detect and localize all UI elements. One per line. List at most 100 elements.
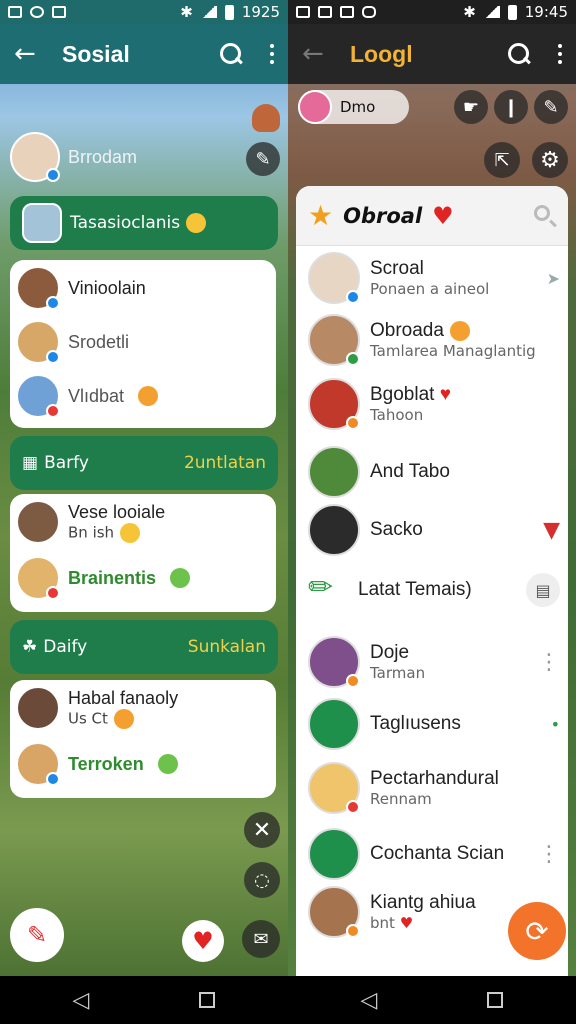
close-button[interactable]: ✕: [244, 812, 280, 848]
top-user-name: Dmo: [340, 98, 376, 116]
status-badge: [346, 352, 360, 366]
gallery-icon: [296, 6, 310, 18]
edit-pencil-button[interactable]: ✎: [534, 90, 568, 124]
edit-pencil-button[interactable]: ✎: [246, 142, 280, 176]
search-icon[interactable]: [534, 204, 557, 227]
avatar: [308, 828, 360, 880]
card-icon[interactable]: ▤: [526, 573, 560, 607]
pause-button[interactable]: ❙: [494, 90, 528, 124]
battery-icon: [224, 4, 234, 20]
list-item[interactable]: Terroken: [16, 742, 178, 786]
select-circle-button[interactable]: ◌: [244, 862, 280, 898]
contact-text: Pectarhandural Rennam: [370, 768, 499, 808]
pencil-icon: ✏: [308, 570, 334, 605]
contact-name: And Tabo: [370, 461, 450, 482]
list-header: ★ Obroal ♥: [296, 186, 568, 246]
status-badge: [346, 800, 360, 814]
left-screen: ✱ 1925 ← Sosial Brrodam ✎ Tasasioclanis …: [0, 0, 288, 976]
search-icon[interactable]: [220, 43, 242, 65]
list-item[interactable]: Srodetli: [16, 320, 129, 364]
group-header[interactable]: Tasasioclanis: [10, 196, 278, 250]
clock: 1925: [241, 3, 280, 21]
contact-sub: Ponaen a aineol: [370, 280, 490, 298]
kebab-icon[interactable]: [558, 44, 562, 64]
smile-emoji-icon: [186, 213, 207, 233]
arrow-left-icon[interactable]: ←: [302, 39, 334, 69]
list-item[interactable]: Vese looiale Bn ish: [16, 500, 165, 544]
group-header[interactable]: ☘ Daify Sunkalan: [10, 620, 278, 674]
top-user[interactable]: Dmo: [298, 90, 410, 124]
vibrate-icon: ✱: [180, 3, 193, 21]
heart-button[interactable]: ♥: [182, 920, 224, 962]
recents-nav-icon[interactable]: [199, 992, 216, 1008]
contact-name: Latat Temais): [358, 579, 472, 600]
list-item[interactable]: Brainentis: [16, 556, 191, 600]
contact-name: Scroal: [370, 258, 424, 279]
battery-icon: [507, 4, 517, 20]
contact-text: Sacko: [370, 519, 423, 541]
refresh-fab[interactable]: ⟳: [508, 902, 566, 960]
contact-sub: Tarman: [370, 664, 426, 682]
list-item[interactable]: Obroada Tamlarea Managlantig: [308, 314, 560, 366]
list-item[interactable]: And Tabo: [308, 446, 560, 498]
list-item[interactable]: Taglıusens •: [308, 698, 560, 750]
contact-text: Doje Tarman: [370, 642, 425, 682]
contact-name: Cochanta Scian: [370, 843, 505, 864]
group-header[interactable]: ▦ Barfy 2untlatan: [10, 436, 278, 490]
list-item[interactable]: Habal fanaoly Us Ct: [16, 686, 178, 730]
list-item[interactable]: Bgoblat ♥ Tahoon: [308, 378, 560, 430]
profile-row[interactable]: Brrodam: [10, 132, 137, 182]
avatar: [16, 374, 60, 418]
heart-icon: ♥: [432, 201, 454, 230]
contact-sub: bnt ♥: [370, 914, 414, 932]
list-title: Obroal: [343, 203, 423, 228]
dropdown-icon[interactable]: ▼: [543, 518, 560, 543]
contact-text: Cochanta Scian: [370, 843, 504, 865]
list-item[interactable]: ✏ Latat Temais) ▤: [308, 570, 560, 610]
avatar: [308, 314, 360, 366]
list-item[interactable]: Doje Tarman ⋮: [308, 636, 560, 688]
smile-emoji-icon: [157, 754, 178, 774]
back-nav-icon[interactable]: ◁: [73, 988, 90, 1013]
avatar: [308, 504, 360, 556]
contact-name: Obroada: [370, 320, 536, 342]
hand-button[interactable]: ☛: [454, 90, 488, 124]
contact-text: And Tabo: [370, 461, 450, 483]
search-icon[interactable]: [508, 43, 530, 65]
list-item[interactable]: Vinioolain: [16, 266, 146, 310]
send-icon[interactable]: ➤: [547, 269, 560, 288]
mail-button[interactable]: ✉: [242, 920, 280, 958]
avatar: [308, 252, 360, 304]
kebab-icon[interactable]: ⋮: [538, 842, 560, 867]
recents-nav-icon[interactable]: [487, 992, 504, 1008]
list-item[interactable]: Pectarhandural Rennam: [308, 762, 560, 814]
avatar: [16, 320, 60, 364]
list-item[interactable]: Vlıdbat: [16, 374, 159, 418]
group-meta: 2untlatan: [183, 453, 266, 473]
online-dot-icon[interactable]: •: [551, 715, 560, 734]
avatar: [16, 742, 60, 786]
kebab-icon[interactable]: [270, 44, 274, 64]
status-badge: [346, 924, 360, 938]
group-card: Habal fanaoly Us Ct Terroken: [10, 680, 276, 798]
kebab-icon[interactable]: ⋮: [538, 650, 560, 675]
open-external-button[interactable]: ⇱: [484, 142, 520, 178]
list-item[interactable]: Sacko ▼: [308, 504, 560, 556]
avatar: [308, 636, 360, 688]
verified-badge: [46, 168, 60, 182]
back-nav-icon[interactable]: ◁: [361, 988, 378, 1013]
list-item[interactable]: Cochanta Scian ⋮: [308, 828, 560, 880]
status-bar: ✱ 1925: [0, 0, 288, 24]
list-item[interactable]: Scroal Ponaen a aineol ➤: [308, 252, 560, 304]
arrow-left-icon[interactable]: ←: [14, 39, 46, 69]
contact-text: Latat Temais): [358, 579, 472, 601]
settings-button[interactable]: ⚙: [532, 142, 568, 178]
instagram-icon: [362, 6, 376, 18]
contact-text: Obroada Tamlarea Managlantig: [370, 320, 536, 360]
calendar-icon: ▦: [22, 453, 39, 473]
avatar: [308, 378, 360, 430]
compose-fab[interactable]: ✎: [10, 908, 64, 962]
avatar: ✏: [308, 570, 348, 610]
group-meta: Sunkalan: [187, 637, 266, 657]
group-title: Daify: [43, 637, 88, 657]
